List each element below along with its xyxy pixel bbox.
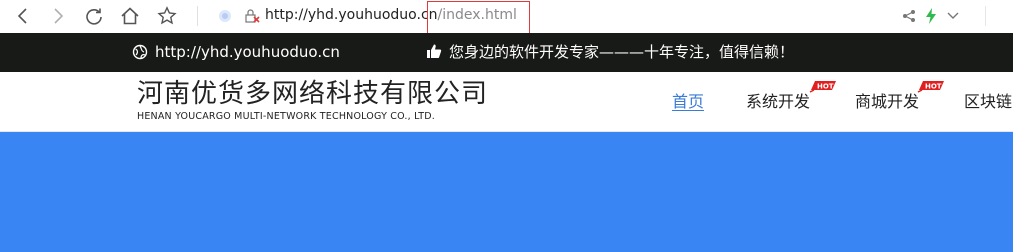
share-button[interactable] [900, 6, 918, 26]
reload-icon [86, 8, 102, 25]
thumbs-up-icon [427, 44, 442, 58]
toolbar-divider [197, 6, 198, 26]
insecure-icon [245, 9, 260, 23]
back-icon [17, 8, 27, 24]
nav-system-dev[interactable]: 系统开发 [746, 92, 810, 112]
back-button[interactable] [10, 4, 36, 28]
company-logo-en: HENAN YOUCARGO MULTI-NETWORK TECHNOLOGY … [137, 111, 436, 122]
globe-icon [132, 44, 148, 60]
nav-mall-dev[interactable]: 商城开发 [855, 92, 919, 112]
bookmark-button[interactable] [154, 4, 180, 28]
hot-badge-icon: HOT [809, 81, 836, 93]
topbar-site-link[interactable]: http://yhd.youhuoduo.cn [155, 43, 340, 62]
browser-toolbar: http://yhd.youhuoduo.cn/index.html [0, 0, 1013, 37]
toolbar-divider-right [985, 6, 986, 26]
forward-icon [54, 8, 64, 24]
home-button[interactable] [117, 4, 143, 28]
hot-badge-label: HOT [925, 83, 942, 91]
hot-badge-label: HOT [817, 83, 834, 91]
share-icon [903, 10, 915, 22]
star-icon [157, 6, 177, 25]
nav-home[interactable]: 首页 [672, 92, 704, 112]
home-icon [121, 7, 139, 25]
url-path-highlight [427, 1, 530, 37]
site-header: 河南优货多网络科技有限公司 HENAN YOUCARGO MULTI-NETWO… [0, 72, 1013, 132]
company-logo-cn[interactable]: 河南优货多网络科技有限公司 [137, 78, 488, 110]
topbar-slogan: 您身边的软件开发专家———十年专注，值得信赖！ [449, 43, 795, 61]
url-host: http://yhd.youhuoduo.cn [265, 7, 438, 23]
chevron-down-icon [947, 12, 959, 19]
lightning-icon [926, 8, 936, 24]
reload-button[interactable] [81, 4, 107, 28]
mode-dropdown-button[interactable] [944, 6, 962, 26]
nav-blockchain[interactable]: 区块链 [964, 92, 1012, 112]
site-status-icon [219, 10, 231, 22]
site-topbar: http://yhd.youhuoduo.cn 您身边的软件开发专家———十年专… [0, 33, 1013, 72]
speed-mode-button[interactable] [922, 6, 940, 26]
hero-banner [0, 132, 1013, 252]
hot-badge-icon: HOT [917, 81, 944, 93]
forward-button[interactable] [45, 4, 71, 28]
